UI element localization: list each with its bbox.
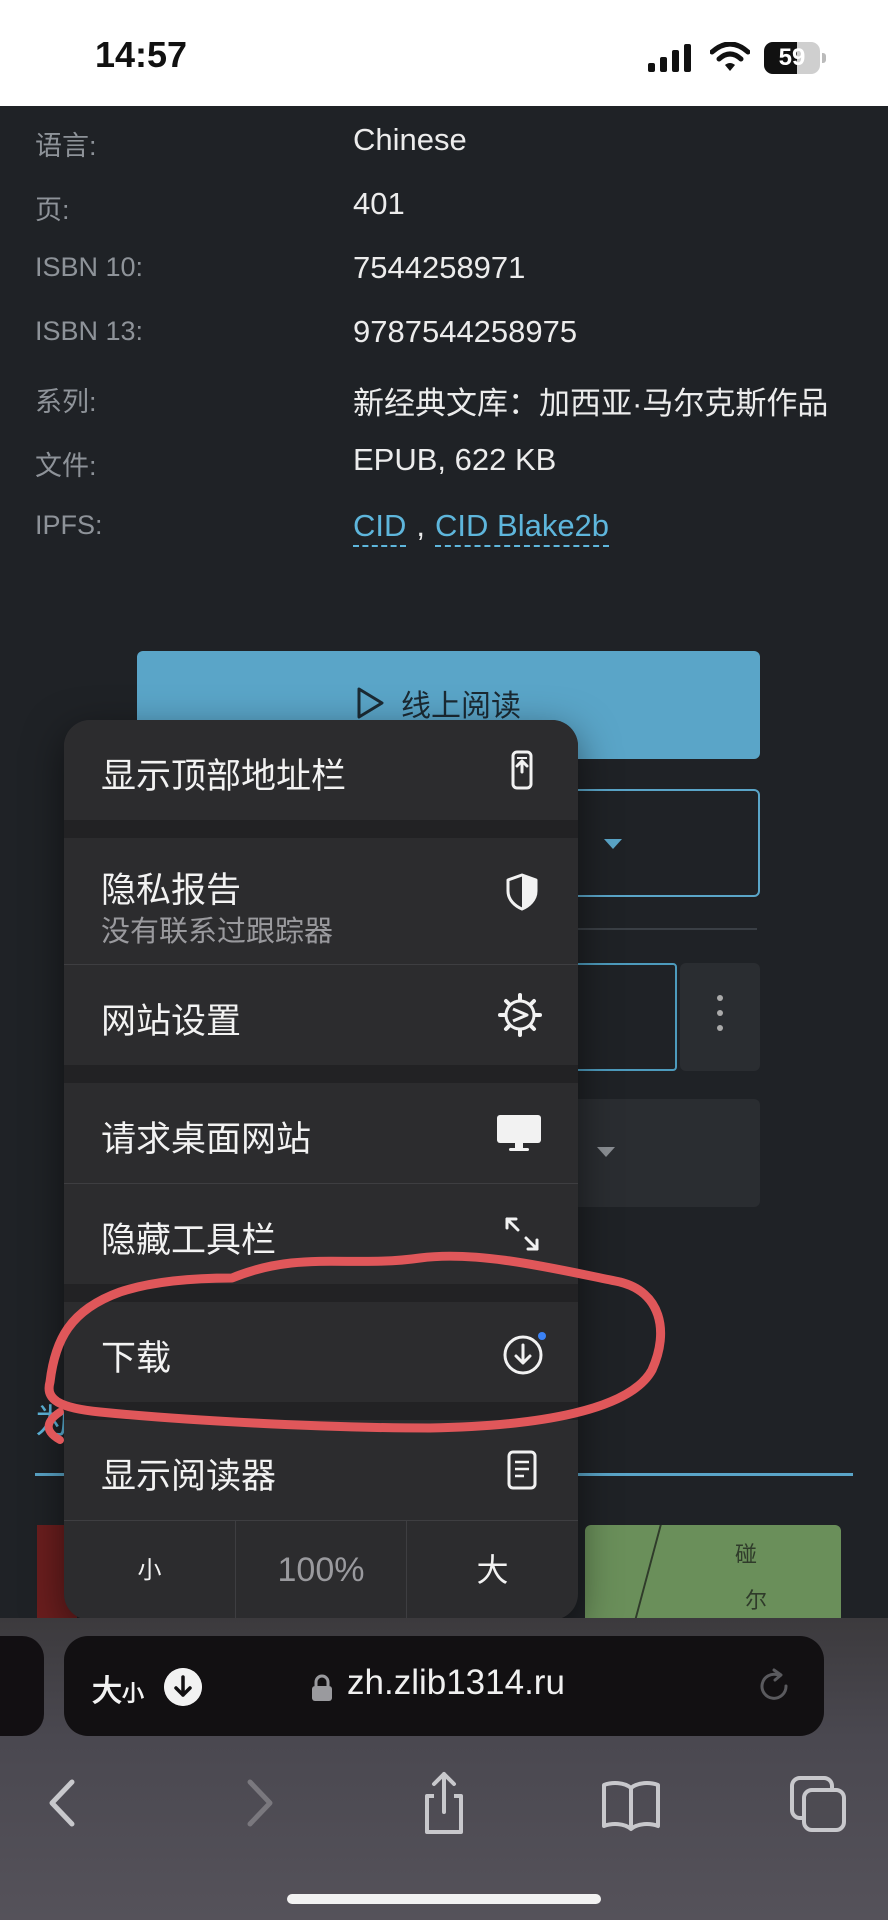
- menu-item-label: 隐藏工具栏: [101, 1221, 277, 1261]
- zoom-out-button[interactable]: 小: [64, 1520, 235, 1620]
- page-settings-menu: 显示顶部地址栏 隐私报告 没有联系过跟踪器 网站设置 请求桌面网站 隐藏工具栏 …: [64, 720, 578, 1620]
- meta-row-ipfs: IPFS: CID, CID Blake2b: [0, 508, 888, 550]
- back-icon[interactable]: [30, 1768, 100, 1838]
- meta-row: 页: 401: [0, 186, 888, 228]
- url-text: zh.zlib1314.ru: [347, 1663, 565, 1702]
- expand-arrows-icon: [505, 1217, 539, 1251]
- status-time: 14:57: [95, 34, 188, 75]
- meta-value: 9787544258975: [353, 314, 578, 349]
- download-icon: [503, 1332, 546, 1375]
- meta-row: 系列: 新经典文库：加西亚·马尔克斯作品: [0, 380, 888, 421]
- meta-label: 系列:: [35, 387, 97, 417]
- meta-label: 页:: [35, 195, 70, 225]
- menu-item-show-top-address-bar[interactable]: 显示顶部地址栏: [64, 720, 578, 820]
- zoom-level[interactable]: 100%: [236, 1520, 406, 1620]
- meta-value: EPUB, 622 KB: [353, 442, 557, 477]
- meta-label: 语言:: [35, 131, 97, 161]
- ipfs-cid-blake2b-link[interactable]: CID Blake2b: [435, 508, 610, 547]
- chevron-down-icon: [604, 839, 622, 849]
- menu-item-sublabel: 没有联系过跟踪器: [101, 914, 334, 948]
- cover-text: 碰: [735, 1543, 758, 1568]
- aa-label: 大: [92, 1674, 122, 1709]
- status-bar: 14:57 59: [0, 0, 888, 106]
- meta-label: ISBN 13:: [35, 316, 144, 346]
- menu-item-show-reader[interactable]: 显示阅读器: [64, 1420, 578, 1520]
- signal-icon: [648, 44, 691, 72]
- gear-icon: [498, 993, 542, 1037]
- zoom-controls: 小 100% 大: [64, 1520, 578, 1620]
- lock-icon: [312, 1674, 332, 1701]
- home-indicator: [287, 1894, 601, 1904]
- meta-row: ISBN 10: 7544258971: [0, 250, 888, 292]
- meta-label: IPFS:: [35, 510, 103, 540]
- meta-row: 文件: EPUB, 622 KB: [0, 442, 888, 484]
- battery-icon: 59: [764, 42, 826, 74]
- menu-item-label: 显示阅读器: [101, 1457, 277, 1497]
- meta-label: ISBN 10:: [35, 252, 144, 282]
- chevron-down-icon: [597, 1147, 615, 1157]
- menu-item-label: 请求桌面网站: [101, 1120, 312, 1160]
- menu-item-privacy-report[interactable]: 隐私报告 没有联系过跟踪器: [64, 838, 578, 964]
- menu-item-website-settings[interactable]: 网站设置: [64, 965, 578, 1065]
- read-online-label: 线上阅读: [401, 689, 521, 724]
- ipfs-cid-link[interactable]: CID: [353, 508, 407, 547]
- reload-icon[interactable]: [754, 1666, 794, 1706]
- menu-item-label: 显示顶部地址栏: [101, 757, 347, 797]
- zoom-in-button[interactable]: 大: [407, 1520, 578, 1620]
- cover-text: 尔: [745, 1589, 768, 1614]
- browser-toolbar: 大小 zh.zlib1314.ru: [0, 1618, 888, 1920]
- share-icon[interactable]: [409, 1768, 479, 1838]
- page-menu-button[interactable]: 大小: [92, 1666, 144, 1710]
- meta-value: 401: [353, 186, 405, 221]
- aa-small-label: 小: [122, 1682, 145, 1707]
- meta-label: 文件:: [35, 451, 97, 481]
- reader-icon: [507, 1450, 537, 1490]
- meta-row: 语言: Chinese: [0, 122, 888, 164]
- book-cover-thumbnail[interactable]: 碰 尔: [585, 1525, 841, 1618]
- menu-item-hide-toolbar[interactable]: 隐藏工具栏: [64, 1184, 578, 1284]
- menu-item-label: 网站设置: [101, 1002, 242, 1042]
- address-bar[interactable]: 大小 zh.zlib1314.ru: [64, 1636, 824, 1736]
- tabs-icon[interactable]: [784, 1768, 854, 1838]
- ipfs-separator: ,: [416, 508, 426, 543]
- menu-item-label: 下载: [101, 1339, 172, 1379]
- wifi-icon: [710, 42, 750, 71]
- play-icon: [357, 687, 384, 719]
- phone-arrow-up-icon: [511, 750, 533, 790]
- previous-tab-peek[interactable]: [0, 1636, 44, 1736]
- forward-icon[interactable]: [222, 1768, 292, 1838]
- download-badge-icon[interactable]: [164, 1668, 202, 1706]
- more-vertical-icon: [717, 995, 723, 1040]
- meta-value: 新经典文库：加西亚·马尔克斯作品: [353, 386, 829, 421]
- bookmarks-icon[interactable]: [596, 1768, 666, 1838]
- shield-icon: [506, 873, 538, 911]
- desktop-icon: [497, 1115, 541, 1151]
- menu-item-downloads[interactable]: 下载: [64, 1302, 578, 1402]
- menu-item-label: 隐私报告: [101, 871, 242, 911]
- menu-item-request-desktop-site[interactable]: 请求桌面网站: [64, 1083, 578, 1183]
- more-options-button[interactable]: [680, 963, 760, 1071]
- battery-level: 59: [778, 44, 806, 71]
- meta-value: 7544258971: [353, 250, 526, 285]
- meta-row: ISBN 13: 9787544258975: [0, 314, 888, 356]
- meta-value: Chinese: [353, 122, 467, 157]
